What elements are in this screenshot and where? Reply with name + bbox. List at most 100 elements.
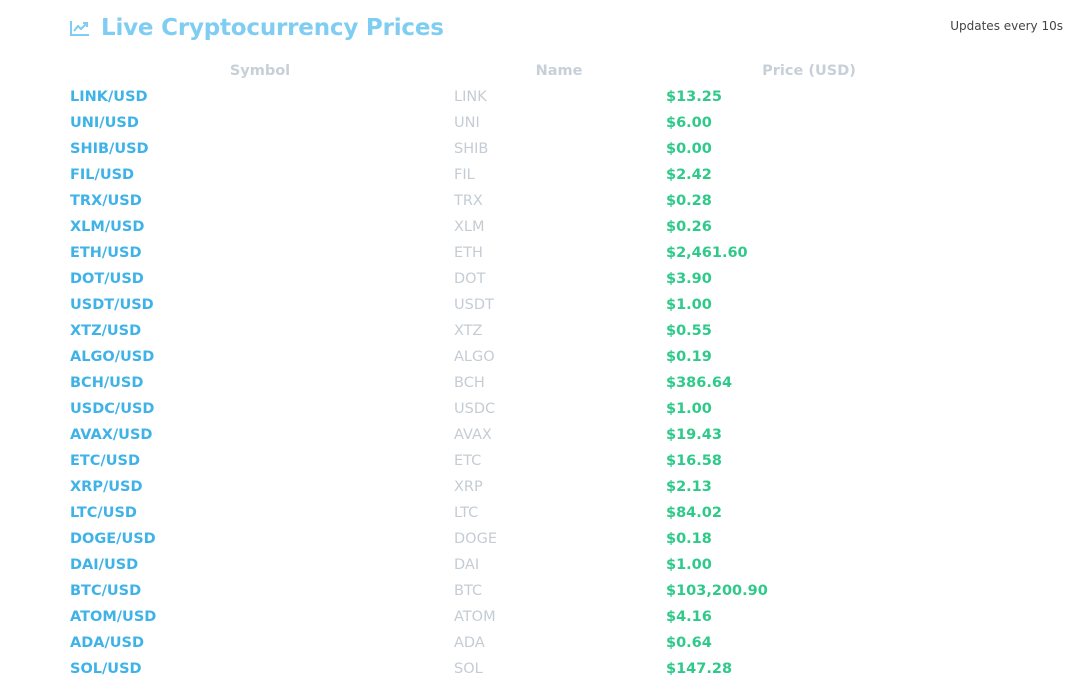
name-cell: LTC (454, 500, 658, 526)
column-header-price: Price (USD) (762, 63, 856, 79)
symbol-cell: LINK/USD (70, 89, 148, 105)
price-cell: $19.43 (666, 427, 722, 443)
name-text: ATOM (454, 609, 496, 625)
symbol-cell: UNI/USD (70, 115, 139, 131)
name-cell: XRP (454, 474, 658, 500)
symbol-cell: USDT/USD (70, 297, 154, 313)
name-text: USDT (454, 297, 494, 313)
price-cell: $386.64 (666, 375, 733, 391)
name-cell: DOT (454, 266, 658, 292)
name-text: ADA (454, 635, 485, 651)
price-cell: $0.19 (666, 349, 712, 365)
name-text: USDC (454, 401, 496, 417)
table-header-row: Symbol Name Price (USD) (60, 58, 960, 84)
symbol-cell: FIL/USD (70, 167, 135, 183)
price-cell: $1.00 (666, 557, 712, 573)
table-row: BCH/USD BCH $386.64 (60, 370, 960, 396)
price-cell: $0.64 (666, 635, 712, 651)
name-cell: ALGO (454, 344, 658, 370)
price-cell: $2,461.60 (666, 245, 748, 261)
table-row: DOGE/USD DOGE $0.18 (60, 526, 960, 552)
name-cell: TRX (454, 188, 658, 214)
name-text: ALGO (454, 349, 495, 365)
symbol-cell: TRX/USD (70, 193, 142, 209)
symbol-cell: DOT/USD (70, 271, 144, 287)
name-text: DOGE (454, 531, 497, 547)
price-cell: $0.18 (666, 531, 712, 547)
trending-chart-icon (70, 19, 92, 37)
page: Live Cryptocurrency Prices Updates every… (0, 0, 1076, 698)
table-row: ETH/USD ETH $2,461.60 (60, 240, 960, 266)
symbol-cell: ATOM/USD (70, 609, 157, 625)
price-cell: $16.58 (666, 453, 722, 469)
name-cell: UNI (454, 110, 658, 136)
symbol-cell: AVAX/USD (70, 427, 153, 443)
name-cell: ATOM (454, 604, 658, 630)
name-text: UNI (454, 115, 480, 131)
symbol-cell: BCH/USD (70, 375, 144, 391)
table-row: TRX/USD TRX $0.28 (60, 188, 960, 214)
table-row: SOL/USD SOL $147.28 (60, 656, 960, 682)
table-row: USDT/USD USDT $1.00 (60, 292, 960, 318)
symbol-cell: USDC/USD (70, 401, 155, 417)
price-cell: $1.00 (666, 297, 712, 313)
table-header: Symbol Name Price (USD) (60, 58, 960, 84)
name-text: DOT (454, 271, 486, 287)
symbol-cell: DAI/USD (70, 557, 139, 573)
price-cell: $147.28 (666, 661, 733, 677)
symbol-cell: LTC/USD (70, 505, 137, 521)
symbol-cell: XLM/USD (70, 219, 145, 235)
table-row: ATOM/USD ATOM $4.16 (60, 604, 960, 630)
name-text: BCH (454, 375, 485, 391)
page-title: Live Cryptocurrency Prices (101, 15, 444, 41)
table-row: XTZ/USD XTZ $0.55 (60, 318, 960, 344)
name-cell: XTZ (454, 318, 658, 344)
table-row: BTC/USD BTC $103,200.90 (60, 578, 960, 604)
name-cell: BTC (454, 578, 658, 604)
table-row: AVAX/USD AVAX $19.43 (60, 422, 960, 448)
table-row: ALGO/USD ALGO $0.19 (60, 344, 960, 370)
name-text: SHIB (454, 141, 489, 157)
price-cell: $6.00 (666, 115, 712, 131)
table-body: LINK/USD LINK $13.25 UNI/USD UNI $6.00 SHIB/US… (60, 84, 960, 682)
name-cell: SHIB (454, 136, 658, 162)
price-cell: $13.25 (666, 89, 722, 105)
table-row: ETC/USD ETC $16.58 (60, 448, 960, 474)
symbol-cell: ALGO/USD (70, 349, 155, 365)
name-cell: ETC (454, 448, 658, 474)
table-row: XRP/USD XRP $2.13 (60, 474, 960, 500)
table-row: USDC/USD USDC $1.00 (60, 396, 960, 422)
name-text: ETH (454, 245, 483, 261)
symbol-cell: SOL/USD (70, 661, 142, 677)
price-cell: $103,200.90 (666, 583, 768, 599)
table-row: LINK/USD LINK $13.25 (60, 84, 960, 110)
symbol-cell: BTC/USD (70, 583, 142, 599)
price-cell: $2.13 (666, 479, 712, 495)
column-header-name: Name (535, 63, 583, 79)
price-cell: $4.16 (666, 609, 712, 625)
name-cell: SOL (454, 656, 658, 682)
name-cell: ADA (454, 630, 658, 656)
name-text: AVAX (454, 427, 492, 443)
price-cell: $0.26 (666, 219, 712, 235)
update-interval-text: Updates every 10s (950, 19, 1063, 33)
price-cell: $84.02 (666, 505, 722, 521)
price-cell: $0.55 (666, 323, 712, 339)
name-cell: DOGE (454, 526, 658, 552)
price-table: Symbol Name Price (USD) LINK/USD LINK $13.… (60, 58, 960, 682)
price-cell: $1.00 (666, 401, 712, 417)
table-row: XLM/USD XLM $0.26 (60, 214, 960, 240)
name-text: XLM (454, 219, 485, 235)
symbol-cell: ETC/USD (70, 453, 140, 469)
price-cell: $0.00 (666, 141, 712, 157)
table-row: DAI/USD DAI $1.00 (60, 552, 960, 578)
symbol-cell: ETH/USD (70, 245, 142, 261)
price-cell: $3.90 (666, 271, 712, 287)
name-cell: ETH (454, 240, 658, 266)
symbol-cell: XRP/USD (70, 479, 143, 495)
column-header-symbol: Symbol (229, 63, 291, 79)
name-text: ETC (454, 453, 482, 469)
name-text: XTZ (454, 323, 483, 339)
name-text: SOL (454, 661, 483, 677)
symbol-cell: SHIB/USD (70, 141, 149, 157)
